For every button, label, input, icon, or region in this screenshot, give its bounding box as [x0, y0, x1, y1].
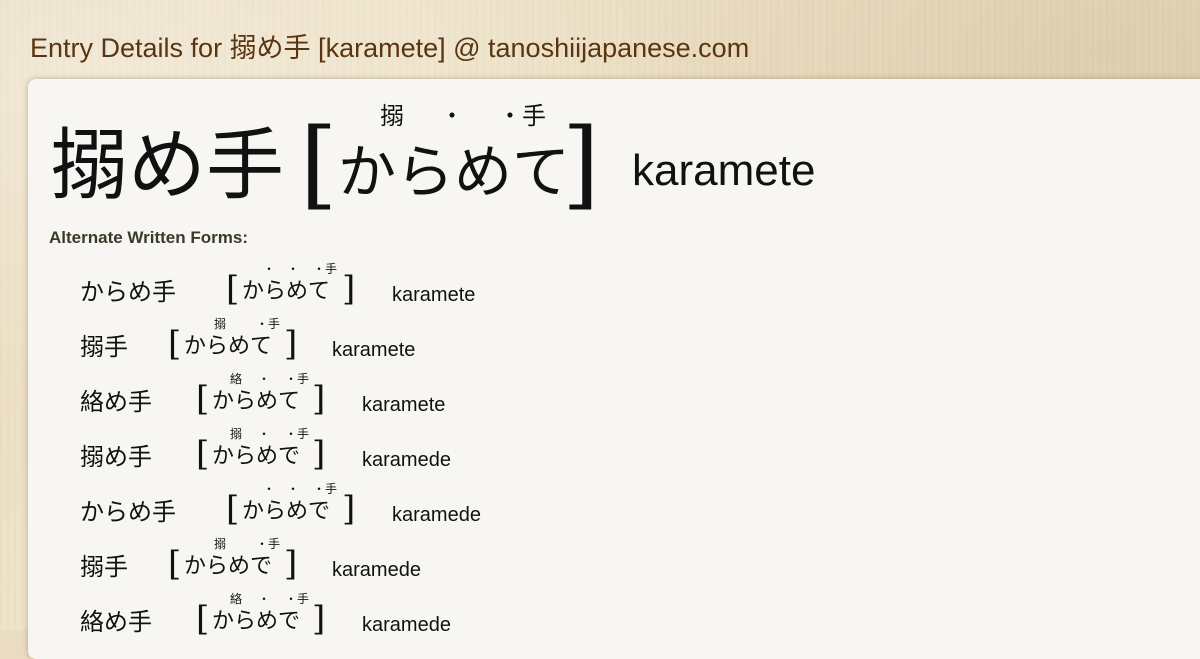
alternate-reading: からめで	[242, 499, 331, 524]
alternate-written: 搦手	[80, 333, 128, 361]
alternate-furigana: 搦	[230, 427, 243, 441]
alternate-close-bracket: ]	[312, 434, 326, 474]
entry-reading-open-bracket: [	[300, 108, 338, 220]
page-title: Entry Details for 搦め手 [karamete] @ tanos…	[30, 33, 750, 63]
alternate-open-bracket: [	[168, 544, 182, 584]
alternate-romaji: karamede	[362, 614, 451, 636]
alternate-forms-heading: Alternate Written Forms:	[49, 228, 248, 247]
alternate-furigana: ・手	[285, 372, 310, 386]
alternate-open-bracket: [	[196, 599, 210, 639]
alternate-furigana: ・	[258, 592, 271, 606]
alternate-form-row: 搦手 [ 搦 ・手 からめで ] karamede	[80, 537, 880, 591]
alternate-open-bracket: [	[196, 434, 210, 474]
alternate-furigana: ・手	[256, 537, 281, 551]
alternate-furigana: ・	[287, 262, 300, 276]
entry-written-form: 搦め手	[50, 121, 285, 211]
entry-furigana-1: 搦	[380, 102, 404, 130]
alternate-reading: からめて	[242, 279, 331, 304]
alternate-written: 搦手	[80, 553, 128, 581]
alternate-written: 絡め手	[80, 608, 152, 636]
alternate-furigana: ・手	[313, 482, 338, 496]
alternate-form-row: 絡め手 [ 絡 ・ ・手 からめで ] karamede	[80, 592, 880, 646]
alternate-close-bracket: ]	[284, 324, 298, 364]
alternate-furigana: ・	[263, 262, 276, 276]
alternate-reading: からめで	[212, 609, 301, 634]
alternate-furigana: 絡	[230, 372, 243, 386]
entry-romaji: karamete	[632, 146, 816, 195]
alternate-romaji: karamede	[332, 559, 421, 581]
alternate-reading: からめで	[184, 554, 273, 579]
alternate-furigana: 搦	[214, 317, 227, 331]
entry-reading-close-bracket: ]	[562, 108, 600, 220]
alternate-furigana: ・手	[256, 317, 281, 331]
alternate-form-row: からめ手 [ ・ ・ ・手 からめで ] karamede	[80, 482, 880, 536]
entry-furigana-3: ・手	[498, 102, 546, 130]
entry-furigana-2: ・	[440, 102, 464, 130]
entry-reading: からめて	[338, 138, 571, 206]
alternate-romaji: karamete	[332, 339, 416, 361]
alternate-furigana: ・手	[285, 592, 310, 606]
alternate-written: からめ手	[80, 498, 176, 526]
alternate-romaji: karamete	[362, 394, 446, 416]
alternate-form-row: 搦め手 [ 搦 ・ ・手 からめで ] karamede	[80, 427, 880, 481]
alternate-open-bracket: [	[196, 379, 210, 419]
alternate-reading: からめて	[184, 334, 273, 359]
entry-panel: 搦め手 [ 搦 ・ ・手 からめて ] karamete Alternate W…	[28, 79, 1200, 659]
alternate-close-bracket: ]	[284, 544, 298, 584]
alternate-furigana: ・手	[285, 427, 310, 441]
alternate-open-bracket: [	[168, 324, 182, 364]
alternate-romaji: karamede	[362, 449, 451, 471]
alternate-reading: からめて	[212, 389, 301, 414]
alternate-romaji: karamete	[392, 284, 476, 306]
alternate-written: 絡め手	[80, 388, 152, 416]
alternate-close-bracket: ]	[342, 489, 356, 529]
alternate-close-bracket: ]	[312, 379, 326, 419]
alternate-open-bracket: [	[226, 489, 240, 529]
alternate-furigana: ・	[258, 372, 271, 386]
alternate-written: からめ手	[80, 278, 176, 306]
alternate-romaji: karamede	[392, 504, 481, 526]
alternate-furigana: ・	[287, 482, 300, 496]
alternate-form-row: 搦手 [ 搦 ・手 からめて ] karamete	[80, 317, 880, 371]
alternate-furigana: ・	[263, 482, 276, 496]
alternate-furigana: ・	[258, 427, 271, 441]
alternate-form-row: からめ手 [ ・ ・ ・手 からめて ] karamete	[80, 262, 880, 316]
alternate-close-bracket: ]	[342, 269, 356, 309]
alternate-furigana: 搦	[214, 537, 227, 551]
alternate-open-bracket: [	[226, 269, 240, 309]
alternate-reading: からめで	[212, 444, 301, 469]
alternate-close-bracket: ]	[312, 599, 326, 639]
alternate-form-row: 絡め手 [ 絡 ・ ・手 からめて ] karamete	[80, 372, 880, 426]
alternate-furigana: 絡	[230, 592, 243, 606]
alternate-furigana: ・手	[313, 262, 338, 276]
alternate-written: 搦め手	[80, 443, 152, 471]
